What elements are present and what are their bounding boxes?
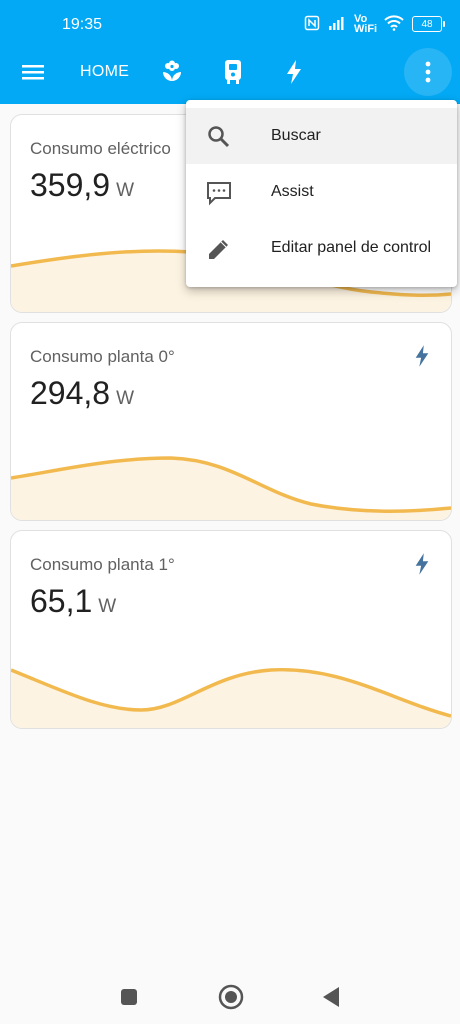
history-graph <box>11 667 451 728</box>
nfc-icon <box>304 15 320 34</box>
app-bar: 19:35 Vo WiFi 48 HOME <box>0 0 460 104</box>
card-title: Consumo planta 1° <box>30 555 175 574</box>
value-unit: W <box>98 596 117 617</box>
back-button[interactable] <box>322 986 340 1013</box>
card-title: Consumo eléctrico <box>30 139 171 158</box>
menu-item-label: Buscar <box>271 127 321 144</box>
card-title: Consumo planta 0° <box>30 347 175 366</box>
status-bar: 19:35 Vo WiFi 48 <box>0 0 460 48</box>
recents-button[interactable] <box>120 988 138 1011</box>
value-unit: W <box>116 388 135 409</box>
menu-item-editar-panel[interactable]: Editar panel de control <box>186 220 457 276</box>
wifi-icon <box>384 14 404 34</box>
flash-icon <box>413 551 431 582</box>
home-button[interactable] <box>218 984 244 1015</box>
flash-icon[interactable] <box>270 48 318 96</box>
signal-icon <box>328 16 346 33</box>
card-value: 294,8 W <box>30 375 134 412</box>
hamburger-icon[interactable] <box>9 48 57 96</box>
system-nav-bar <box>0 968 460 1024</box>
chat-icon <box>206 180 232 206</box>
card-value: 65,1 W <box>30 583 116 620</box>
battery-icon: 48 <box>412 16 445 32</box>
flash-icon <box>413 343 431 374</box>
pencil-icon <box>206 236 232 262</box>
more-vertical-icon[interactable] <box>404 48 452 96</box>
menu-item-assist[interactable]: Assist <box>186 164 457 220</box>
sensor-card-consumo-planta-0[interactable]: Consumo planta 0° 294,8 W <box>10 322 452 521</box>
status-time: 19:35 <box>62 16 103 33</box>
menu-item-label: Editar panel de control <box>271 239 432 256</box>
toolbar: HOME <box>0 48 460 96</box>
device-icon[interactable] <box>209 48 257 96</box>
menu-item-label: Assist <box>271 183 314 200</box>
history-graph <box>11 456 451 520</box>
card-value: 359,9 W <box>30 167 134 204</box>
value-number: 65,1 <box>30 583 93 619</box>
flower-icon[interactable] <box>148 48 196 96</box>
overflow-menu: Buscar Assist Editar panel de control <box>186 100 457 287</box>
sensor-card-consumo-planta-1[interactable]: Consumo planta 1° 65,1 W <box>10 530 452 729</box>
vowifi-label: Vo WiFi <box>354 13 378 35</box>
menu-item-buscar[interactable]: Buscar <box>186 108 457 164</box>
value-number: 359,9 <box>30 167 111 203</box>
tab-home[interactable]: HOME <box>80 63 129 81</box>
value-unit: W <box>116 180 135 201</box>
status-icons: Vo WiFi 48 <box>304 13 445 35</box>
search-icon <box>206 124 232 150</box>
value-number: 294,8 <box>30 375 111 411</box>
